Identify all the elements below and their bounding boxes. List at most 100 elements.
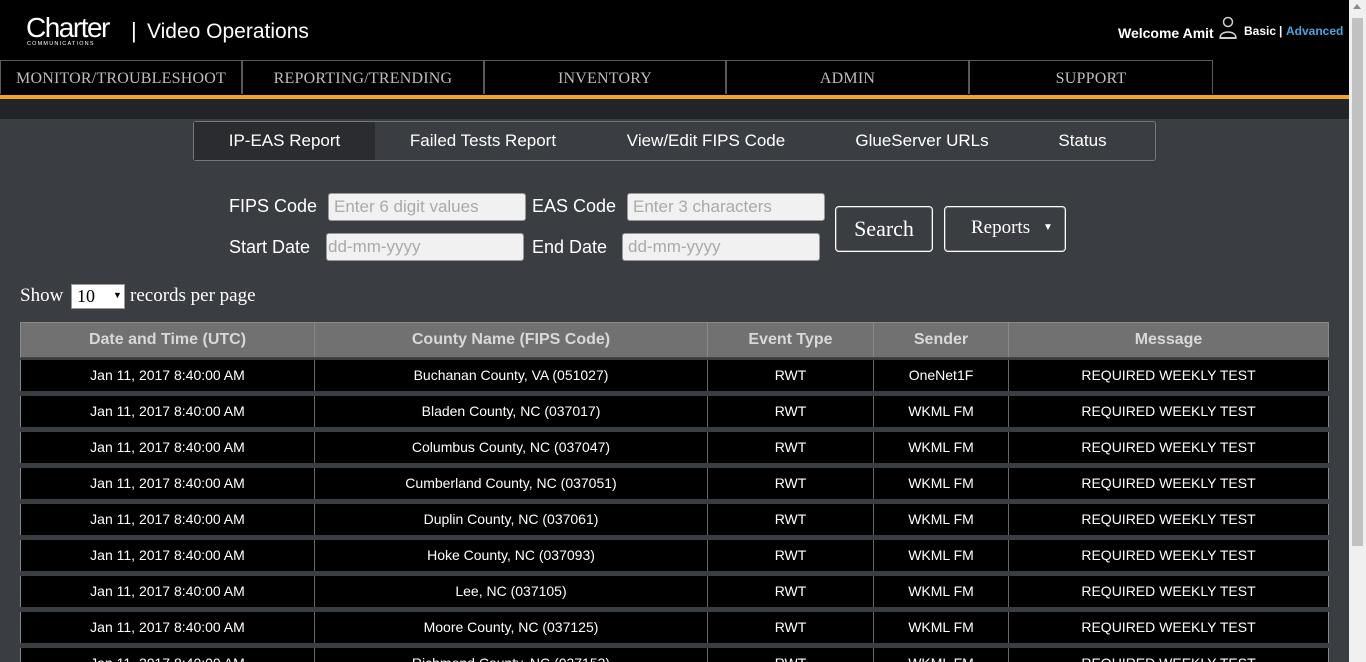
reports-label: Reports — [971, 217, 1031, 238]
welcome-text: Welcome Amit — [1118, 25, 1214, 41]
table-row[interactable]: Jan 11, 2017 8:40:00 AM Lee, NC (037105) R… — [20, 576, 1329, 607]
table-row[interactable]: Jan 11, 2017 8:40:00 AM Duplin County, NC… — [20, 504, 1329, 535]
cell-message: REQUIRED WEEKLY TEST — [1081, 367, 1256, 383]
cell-date-time: Jan 11, 2017 8:40:00 AM — [21, 648, 315, 662]
cell-event-type: RWT — [708, 360, 874, 391]
eas-code-label: EAS Code — [532, 196, 617, 216]
cell-message: REQUIRED WEEKLY TEST — [1081, 403, 1256, 419]
cell-event-type: RWT — [708, 468, 874, 499]
cell-message: REQUIRED WEEKLY TEST — [1009, 648, 1328, 662]
eas-report-table: Date and Time (UTC) County Name (FIPS Co… — [20, 322, 1329, 662]
tab-glueserver-urls[interactable]: GlueServer URLs — [821, 122, 1023, 160]
nav-reporting-trending[interactable]: REPORTING/TRENDING — [242, 60, 484, 94]
column-header-message[interactable]: Message — [1009, 323, 1328, 357]
cell-sender: WKML FM — [874, 576, 1009, 607]
cell-date-time: Jan 11, 2017 8:40:00 AM — [21, 504, 315, 535]
logo-text: Charter — [26, 12, 110, 43]
report-tabs: IP-EAS Report Failed Tests Report View/E… — [193, 121, 1156, 161]
nav-monitor-troubleshoot[interactable]: MONITOR/TROUBLESHOOT — [0, 60, 242, 94]
cell-sender: WKML FM — [874, 612, 1009, 643]
column-header-date-time[interactable]: Date and Time (UTC) — [21, 323, 315, 357]
cell-date-time: Jan 11, 2017 8:40:00 AM — [21, 432, 315, 463]
table-body: Jan 11, 2017 8:40:00 AM Buchanan County, … — [20, 360, 1329, 662]
table-header: Date and Time (UTC) County Name (FIPS Co… — [20, 322, 1329, 358]
end-date-input[interactable] — [622, 233, 820, 261]
cell-event-type: RWT — [708, 540, 874, 571]
cell-sender: WKML FM — [874, 468, 1009, 499]
cell-message: REQUIRED WEEKLY TEST — [1081, 439, 1256, 455]
cell-sender: WKML FM — [874, 396, 1009, 427]
start-date-label: Start Date — [229, 237, 311, 257]
end-date-label: End Date — [532, 237, 608, 257]
cell-county-name: Lee, NC (037105) — [315, 576, 708, 607]
eas-code-input[interactable] — [627, 193, 825, 221]
cell-message: REQUIRED WEEKLY TEST — [1081, 511, 1256, 527]
nav-admin[interactable]: ADMIN — [726, 60, 969, 94]
cell-event-type: RWT — [708, 432, 874, 463]
cell-sender: OneNet1F — [874, 360, 1009, 391]
user-icon[interactable] — [1219, 16, 1237, 40]
records-per-page-select[interactable]: 10 ▼ — [71, 284, 125, 309]
column-header-sender[interactable]: Sender — [874, 323, 1009, 357]
cell-date-time: Jan 11, 2017 8:40:00 AM — [21, 360, 315, 391]
title-separator: | — [131, 18, 137, 43]
cell-message: REQUIRED WEEKLY TEST — [1081, 547, 1256, 563]
cell-event-type: RWT — [708, 396, 874, 427]
advanced-mode-link[interactable]: Advanced — [1286, 24, 1343, 38]
search-button[interactable]: Search — [835, 206, 933, 252]
cell-county-name: Hoke County, NC (037093) — [315, 540, 708, 571]
cell-county-name: Duplin County, NC (037061) — [315, 504, 708, 535]
caret-down-icon: ▼ — [1043, 222, 1053, 233]
main-nav: MONITOR/TROUBLESHOOT REPORTING/TRENDING … — [0, 60, 1349, 95]
cell-date-time: Jan 11, 2017 8:40:00 AM — [21, 396, 315, 427]
cell-county-name: Cumberland County, NC (037051) — [315, 468, 708, 499]
table-row[interactable]: Jan 11, 2017 8:40:00 AM Cumberland County… — [20, 468, 1329, 499]
cell-message: REQUIRED WEEKLY TEST — [1081, 583, 1256, 599]
table-row[interactable]: Jan 11, 2017 8:40:00 AM Moore County, NC … — [20, 612, 1329, 643]
cell-event-type: RWT — [708, 576, 874, 607]
cell-event-type: RWT — [708, 648, 874, 662]
nav-inventory[interactable]: INVENTORY — [484, 60, 726, 94]
table-row[interactable]: Jan 11, 2017 8:40:00 AMRichmond County, … — [20, 648, 1329, 662]
cell-county-name: Richmond County, NC (037153) — [315, 648, 708, 662]
tab-failed-tests-report[interactable]: Failed Tests Report — [375, 122, 591, 160]
cell-date-time: Jan 11, 2017 8:40:00 AM — [21, 468, 315, 499]
fips-code-input[interactable] — [328, 193, 526, 221]
cell-sender: WKML FM — [874, 432, 1009, 463]
scroll-up-arrow-icon[interactable] — [1353, 4, 1361, 9]
cell-message: REQUIRED WEEKLY TEST — [1081, 619, 1256, 635]
cell-message: REQUIRED WEEKLY TEST — [1081, 475, 1256, 491]
charter-logo[interactable]: Charter COMMUNICATIONS — [26, 12, 110, 48]
reports-dropdown-button[interactable]: Reports ▼ — [944, 206, 1066, 252]
page: Charter COMMUNICATIONS | Video Operation… — [0, 0, 1366, 662]
app-title: Video Operations — [147, 20, 309, 43]
cell-event-type: RWT — [708, 504, 874, 535]
table-row[interactable]: Jan 11, 2017 8:40:00 AM Columbus County, … — [20, 432, 1329, 463]
start-date-input[interactable] — [326, 233, 524, 261]
cell-sender: WKML FM — [874, 540, 1009, 571]
top-header: Charter COMMUNICATIONS | Video Operation… — [0, 0, 1349, 60]
table-row[interactable]: Jan 11, 2017 8:40:00 AM Buchanan County, … — [20, 360, 1329, 391]
tab-ip-eas-report[interactable]: IP-EAS Report — [194, 122, 375, 160]
column-header-event-type[interactable]: Event Type — [708, 323, 874, 357]
table-row[interactable]: Jan 11, 2017 8:40:00 AM Hoke County, NC (… — [20, 540, 1329, 571]
fips-code-label: FIPS Code — [229, 196, 318, 216]
sub-header-strip — [0, 99, 1349, 119]
cell-date-time: Jan 11, 2017 8:40:00 AM — [21, 540, 315, 571]
mode-separator: | — [1279, 24, 1283, 38]
per-page-value: 10 — [77, 286, 95, 306]
cell-date-time: Jan 11, 2017 8:40:00 AM — [21, 576, 315, 607]
nav-support[interactable]: SUPPORT — [969, 60, 1213, 94]
cell-sender: WKML FM — [874, 648, 1009, 662]
tab-view-edit-fips-code[interactable]: View/Edit FIPS Code — [591, 122, 821, 160]
scrollbar-thumb[interactable] — [1352, 18, 1363, 546]
column-header-county-name[interactable]: County Name (FIPS Code) — [315, 323, 708, 357]
basic-mode-link[interactable]: Basic — [1244, 24, 1276, 38]
tab-status[interactable]: Status — [1023, 122, 1142, 160]
show-label: Show — [20, 285, 64, 306]
table-row[interactable]: Jan 11, 2017 8:40:00 AM Bladen County, NC… — [20, 396, 1329, 427]
cell-event-type: RWT — [708, 612, 874, 643]
cell-sender: WKML FM — [874, 504, 1009, 535]
records-per-page-label: records per page — [130, 285, 256, 306]
caret-down-icon: ▼ — [113, 290, 122, 300]
